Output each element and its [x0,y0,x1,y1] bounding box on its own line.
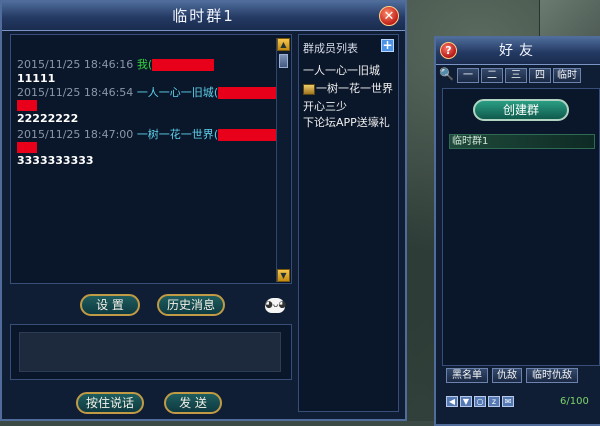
chat-title: 临时群1 [172,7,235,25]
scroll-up-icon[interactable]: ▲ [277,38,290,51]
message-header: 2015/11/25 18:47:00 一树一花一世界( [17,126,281,142]
tab-blacklist[interactable]: 黑名单 [446,368,488,383]
tab-enemies[interactable]: 仇敌 [492,368,522,383]
friends-title: 好友 [499,43,539,59]
message-header: 2015/11/25 18:46:54 一人一心一旧城( [17,84,281,100]
message-sender-self[interactable]: 我 [137,58,148,71]
search-small-icon[interactable]: ○ [474,396,486,407]
message-timestamp: 2015/11/25 18:46:16 [17,58,134,71]
close-icon[interactable]: ✕ [379,6,399,26]
tab-temporary[interactable]: 临时 [553,68,581,83]
tab-temp-enemies[interactable]: 临时仇敌 [526,368,578,383]
member-item[interactable]: 开心三少 [303,98,347,114]
message-input[interactable] [19,332,281,372]
member-item[interactable]: 一树一花一世界 [303,80,393,96]
redaction-mark [218,87,281,99]
friend-count: 6/100 [560,396,589,407]
mail-icon[interactable]: ✉ [502,396,514,407]
sleep-icon[interactable]: z [488,396,500,407]
tab-group-3[interactable]: 三 [505,68,527,83]
message-sender[interactable]: 一树一花一世界 [137,128,214,141]
shield-icon[interactable]: ▼ [460,396,472,407]
help-icon[interactable]: ? [440,42,457,59]
tab-group-2[interactable]: 二 [481,68,503,83]
speaker-icon[interactable]: ◀ [446,396,458,407]
message-header: 2015/11/25 18:46:16 我( [17,56,215,72]
create-group-button[interactable]: 创建群 [473,99,569,121]
redaction-continuation [17,98,37,111]
redaction-continuation [17,140,37,153]
member-list-panel: 群成员列表 + 一人一心一旧城 一树一花一世界 开心三少 下论坛APP送壕礼 [298,34,399,412]
message-scrollbar[interactable]: ▲ ▼ [276,38,290,282]
member-item[interactable]: 一人一心一旧城 [303,62,380,78]
message-input-panel [10,324,292,380]
scroll-down-icon[interactable]: ▼ [277,269,290,282]
plus-icon[interactable]: + [381,39,394,52]
message-history-panel: 2015/11/25 18:46:16 我( 11111 2015/11/25 … [10,34,292,284]
group-list-item[interactable]: 临时群1 [449,134,595,149]
emoji-icon[interactable]: ◕ᴗ◕ [265,298,286,313]
tab-group-4[interactable]: 四 [529,68,551,83]
settings-button[interactable]: 设 置 [80,294,140,316]
member-list-title: 群成员列表 [303,42,358,55]
message-body: 22222222 [17,112,79,125]
history-button[interactable]: 历史消息 [157,294,225,316]
send-button[interactable]: 发 送 [164,392,222,414]
friends-window: 好友 ? 🔍 一 二 三 四 临时 创建群 临时群1 黑名单 仇敌 临时仇敌 ◀… [434,36,600,426]
message-body: 3333333333 [17,154,94,167]
message-sender[interactable]: 一人一心一旧城 [137,86,214,99]
member-avatar-icon [303,83,315,95]
friends-list-panel: 创建群 临时群1 [442,88,600,366]
member-item[interactable]: 下论坛APP送壕礼 [303,114,390,130]
tab-group-1[interactable]: 一 [457,68,479,83]
hold-to-talk-button[interactable]: 按住说话 [76,392,144,414]
redaction-mark [152,59,215,71]
chat-title-bar[interactable]: 临时群1 [2,2,405,31]
search-icon[interactable]: 🔍 [439,67,454,81]
redaction-mark [218,129,281,141]
group-chat-window: 临时群1 ✕ 2015/11/25 18:46:16 我( 11111 2015… [0,0,407,421]
friends-title-bar[interactable]: 好友 [436,38,600,65]
scroll-thumb[interactable] [279,54,288,68]
